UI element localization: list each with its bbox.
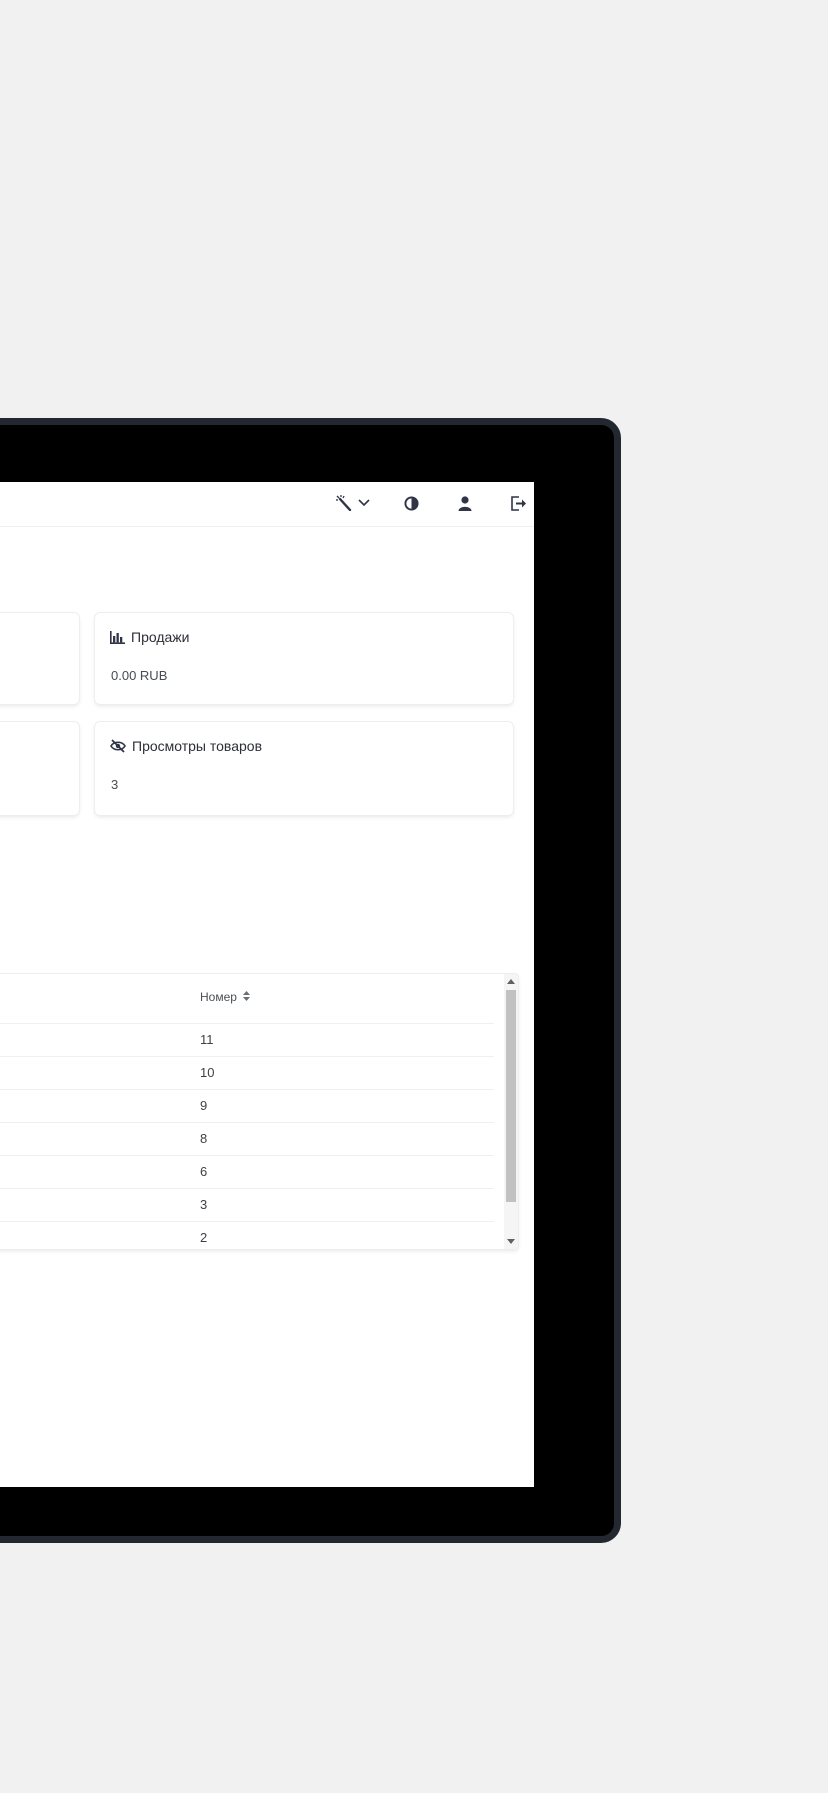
user-icon (458, 495, 472, 511)
theme-presets-button[interactable] (333, 490, 373, 516)
column-header-label: Номер (200, 990, 237, 1004)
row-number: 9 (200, 1098, 208, 1113)
row-number: 6 (200, 1164, 208, 1179)
scroll-down-icon[interactable] (507, 1239, 515, 1244)
sales-card-value: 0.00 RUB (111, 668, 168, 683)
table-row[interactable]: 3 (0, 1188, 494, 1221)
row-number: 11 (200, 1032, 214, 1047)
logout-icon (510, 495, 526, 511)
orders-table: Номер 11 10 9 8 6 3 2 (0, 974, 518, 1249)
sales-card-title: Продажи (131, 629, 190, 645)
stat-card-left-top (0, 613, 79, 704)
sort-icon (242, 990, 250, 1004)
magic-wand-icon (336, 495, 354, 511)
column-header-number[interactable]: Номер (200, 990, 250, 1004)
row-number: 8 (200, 1131, 208, 1146)
product-views-card: Просмотры товаров 3 (95, 722, 513, 815)
row-number: 2 (200, 1230, 208, 1245)
contrast-icon (403, 495, 419, 511)
product-views-card-value: 3 (111, 777, 119, 792)
row-number: 3 (200, 1197, 208, 1212)
scrollbar-thumb[interactable] (506, 990, 516, 1202)
row-number: 10 (200, 1065, 215, 1080)
table-row[interactable]: 8 (0, 1122, 494, 1155)
bar-chart-icon (110, 630, 125, 644)
sales-card-header: Продажи (110, 629, 189, 645)
sales-card: Продажи 0.00 RUB (95, 613, 513, 704)
contrast-toggle-button[interactable] (402, 490, 420, 516)
table-scrollbar[interactable] (504, 974, 518, 1249)
table-body: 11 10 9 8 6 3 2 (0, 1023, 494, 1249)
scroll-up-icon[interactable] (507, 979, 515, 984)
table-row[interactable]: 2 (0, 1221, 494, 1249)
logout-button[interactable] (509, 490, 527, 516)
chevron-down-icon (358, 499, 370, 507)
app-screen: Продажи 0.00 RUB Просмотры товаров 3 Ном… (0, 482, 534, 1487)
table-row[interactable]: 9 (0, 1089, 494, 1122)
table-row[interactable]: 6 (0, 1155, 494, 1188)
profile-button[interactable] (456, 490, 474, 516)
product-views-card-title: Просмотры товаров (132, 738, 263, 754)
product-views-card-header: Просмотры товаров (110, 738, 262, 754)
stat-card-left-bottom (0, 722, 79, 815)
table-row[interactable]: 11 (0, 1023, 494, 1056)
eye-slash-icon (110, 739, 126, 753)
table-row[interactable]: 10 (0, 1056, 494, 1089)
top-bar (0, 482, 534, 527)
